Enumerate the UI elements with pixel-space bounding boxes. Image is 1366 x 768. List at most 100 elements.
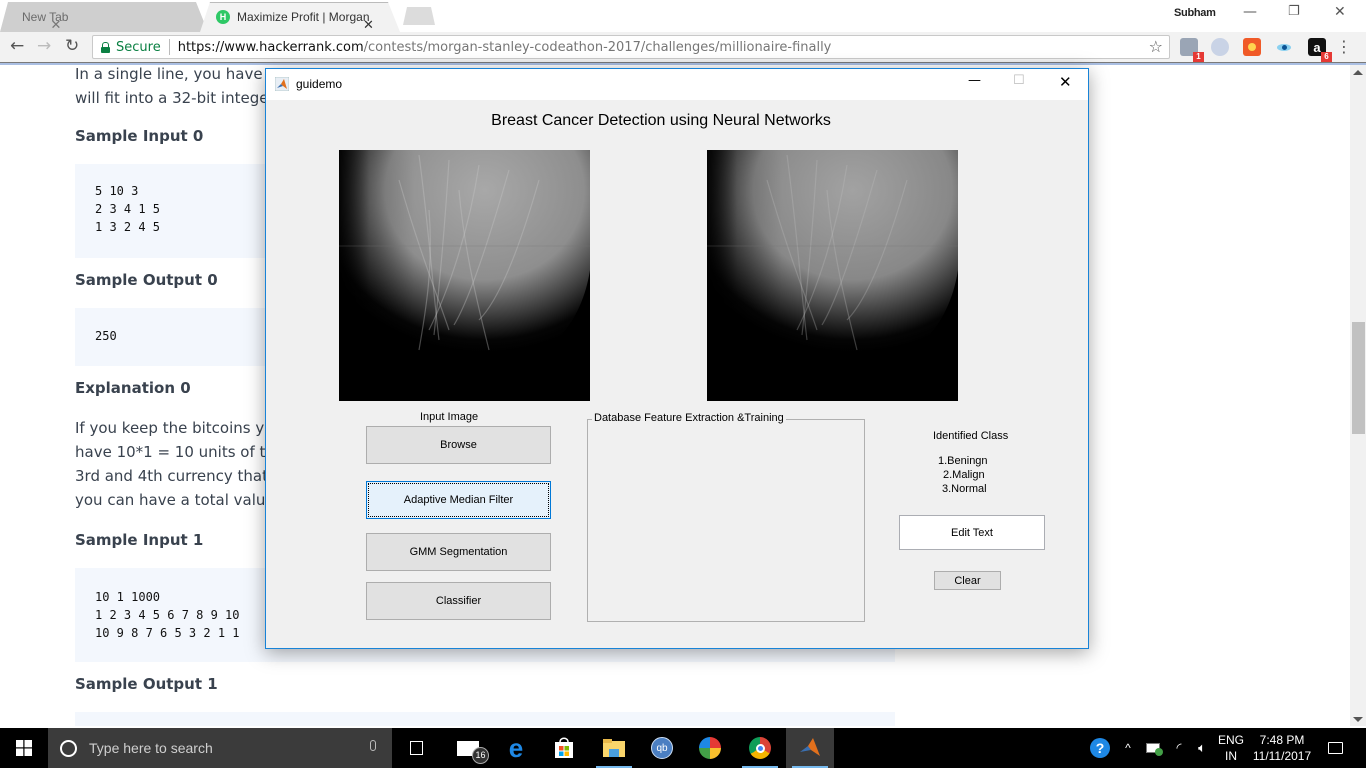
guidemo-titlebar[interactable]: guidemo — ☐ ✕ [266, 69, 1088, 100]
taskbar-search-box[interactable]: Type here to search [48, 728, 392, 768]
mammogram-image [339, 150, 590, 401]
volume-icon[interactable]: 🔈︎ [1190, 728, 1214, 768]
restore-icon[interactable]: ❐ [1288, 4, 1300, 19]
mail-badge: 16 [472, 746, 489, 764]
tab-label: New Tab [22, 10, 69, 24]
help-tray-icon[interactable]: ? [1086, 728, 1114, 768]
page-scrollbar[interactable] [1350, 65, 1366, 726]
forward-arrow-icon[interactable]: → [37, 37, 51, 55]
clear-button[interactable]: Clear [934, 571, 1001, 590]
adaptive-median-filter-button[interactable]: Adaptive Median Filter [366, 481, 551, 519]
guidemo-title: guidemo [296, 77, 343, 91]
browser-toolbar: ← → ↻ Secure https://www.hackerrank.com … [0, 32, 1366, 62]
guidemo-close-icon[interactable]: ✕ [1059, 73, 1072, 91]
amazon-extension-icon[interactable]: a 6 [1308, 38, 1332, 62]
extension-badge: 6 [1321, 52, 1332, 62]
hackerrank-favicon-icon: H [216, 10, 230, 24]
sample-input-0-heading: Sample Input 0 [75, 127, 204, 145]
bookmark-star-icon[interactable]: ☆ [1149, 37, 1163, 56]
app-heading: Breast Cancer Detection using Neural Net… [491, 112, 831, 129]
scroll-down-arrow-icon[interactable] [1353, 717, 1363, 722]
url-path: /contests/morgan-stanley-codeathon-2017/… [363, 39, 832, 55]
identified-class-edit-text[interactable]: Edit Text [899, 515, 1045, 550]
cortana-icon [60, 739, 77, 757]
reload-icon[interactable]: ↻ [65, 37, 79, 55]
input-image-label: Input Image [420, 411, 479, 423]
guidemo-minimize-icon[interactable]: — [968, 73, 981, 88]
divider [168, 39, 170, 55]
profile-name[interactable]: Subham [1174, 7, 1216, 19]
classifier-button[interactable]: Classifier [366, 582, 551, 620]
scroll-thumb[interactable] [1352, 322, 1365, 434]
tap-extension-icon[interactable] [1243, 38, 1261, 56]
windows-taskbar: Type here to search 16 e qb ? ^ ◜ 🔈︎ ENG… [0, 728, 1366, 768]
notification-icon [1327, 742, 1343, 754]
minimize-icon[interactable]: — [1243, 4, 1257, 20]
output-image-axes [707, 150, 958, 401]
class-option: 1.Beningn [938, 455, 988, 467]
lock-icon [101, 41, 110, 53]
task-view-icon [409, 741, 423, 755]
idm-app[interactable] [686, 728, 734, 768]
eye-extension-icon[interactable] [1275, 38, 1293, 56]
sample-output-1-code [75, 712, 895, 726]
clock-time: 7:48 PM [1259, 733, 1305, 747]
explanation-text: 3rd and 4th currency that y [75, 467, 282, 485]
puzzle-extension-icon[interactable]: 1 [1180, 38, 1204, 62]
back-arrow-icon[interactable]: ← [10, 37, 24, 55]
edge-icon: e [508, 733, 524, 763]
class-option: 3.Normal [942, 483, 987, 495]
tab-new-tab[interactable]: New Tab ✕ [0, 2, 208, 32]
folder-icon [603, 739, 625, 757]
task-view-button[interactable] [392, 728, 440, 768]
gmm-segmentation-button[interactable]: GMM Segmentation [366, 533, 551, 571]
close-icon[interactable]: ✕ [1334, 4, 1346, 20]
browser-tab-bar: New Tab ✕ H Maximize Profit | Morgan ✕ S… [0, 0, 1366, 32]
database-feature-extraction-panel: Database Feature Extraction &Training [587, 412, 865, 622]
store-app[interactable] [540, 728, 588, 768]
chrome-menu-icon[interactable]: ⋮ [1336, 37, 1352, 57]
start-button[interactable] [0, 728, 48, 768]
filtered-mammogram-image [707, 150, 958, 401]
guidemo-window: guidemo — ☐ ✕ Breast Cancer Detection us… [265, 68, 1089, 649]
matlab-icon [800, 738, 820, 756]
input-language[interactable]: ENG IN [1216, 728, 1246, 768]
new-tab-button[interactable] [403, 7, 435, 25]
intro-text: In a single line, you have to [75, 65, 283, 83]
wifi-icon[interactable]: ◜ [1168, 728, 1190, 768]
qbittorrent-app[interactable]: qb [638, 728, 686, 768]
scroll-up-arrow-icon[interactable] [1353, 70, 1363, 75]
edge-app[interactable]: e [492, 728, 540, 768]
identified-class-label: Identified Class [933, 430, 1009, 442]
action-center-button[interactable] [1318, 728, 1352, 768]
class-option: 2.Malign [943, 469, 985, 481]
explanation-text: If you keep the bitcoins you [75, 419, 283, 437]
mail-app[interactable]: 16 [444, 728, 492, 768]
browse-button[interactable]: Browse [366, 426, 551, 464]
tab-close-icon[interactable]: ✕ [50, 17, 61, 33]
matlab-app[interactable] [786, 728, 834, 768]
sample-input-1-heading: Sample Input 1 [75, 531, 204, 549]
tab-label: Maximize Profit | Morgan [237, 10, 370, 24]
secure-label: Secure [116, 39, 161, 55]
file-explorer-app[interactable] [590, 728, 638, 768]
clock-date: 11/11/2017 [1252, 749, 1312, 763]
show-hidden-icons-chevron-icon[interactable]: ^ [1118, 728, 1138, 768]
idm-icon [699, 737, 721, 759]
clock[interactable]: 7:48 PM 11/11/2017 [1248, 728, 1316, 768]
sample-output-1-heading: Sample Output 1 [75, 675, 218, 693]
windows-logo-icon [16, 740, 32, 756]
chrome-app[interactable] [736, 728, 784, 768]
address-bar[interactable]: Secure https://www.hackerrank.com /conte… [92, 35, 1170, 59]
intro-text: will fit into a 32-bit integer. [75, 89, 279, 107]
store-icon [555, 737, 573, 758]
explanation-text: you can have a total value i [75, 491, 284, 509]
guidemo-maximize-icon[interactable]: ☐ [1013, 73, 1025, 88]
microphone-icon[interactable] [370, 740, 376, 751]
tab-maximize-profit[interactable]: H Maximize Profit | Morgan ✕ [200, 2, 400, 32]
tab-close-icon[interactable]: ✕ [363, 17, 374, 33]
sample-output-0-heading: Sample Output 0 [75, 271, 218, 289]
network-adapter-tray-icon[interactable] [1142, 728, 1164, 768]
ship-extension-icon[interactable] [1211, 38, 1229, 56]
qbittorrent-icon: qb [651, 737, 673, 759]
